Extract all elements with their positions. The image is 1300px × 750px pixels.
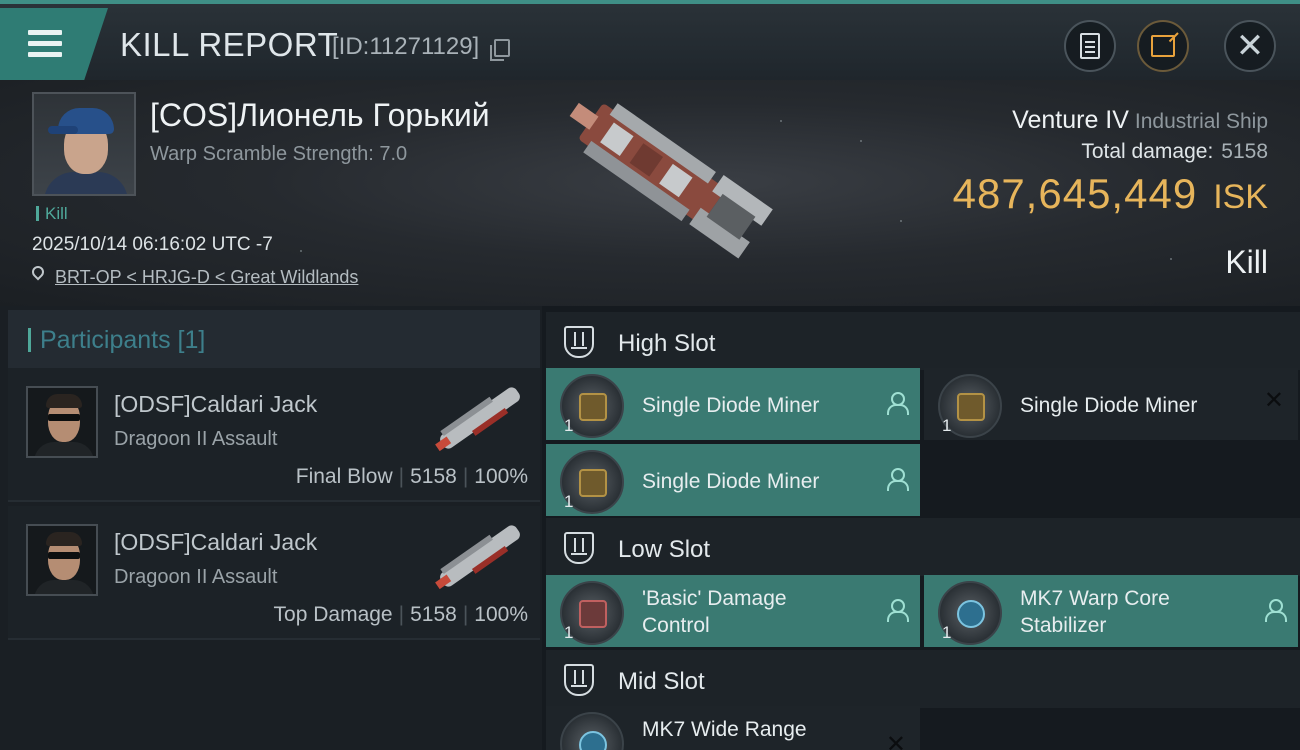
participants-panel: Participants [1] [ODSF]Caldari Jack Drag… xyxy=(0,306,542,750)
participant-percent: 100% xyxy=(474,465,528,488)
close-button[interactable]: ✕ xyxy=(1224,20,1276,72)
isk-value: 487,645,449 xyxy=(952,170,1198,217)
module-name: MK7 Warp Core Stabilizer xyxy=(1020,587,1170,637)
mid-slot-title: Mid Slot xyxy=(618,668,705,695)
isk-loss: 487,645,449 ISK xyxy=(953,170,1268,218)
share-icon xyxy=(1151,35,1175,57)
victim-name[interactable]: [COS]Лионель Горький xyxy=(150,97,490,134)
module-name: Single Diode Miner xyxy=(642,394,820,417)
report-id: [ID:11271129] xyxy=(332,33,480,60)
participant-row[interactable]: [ODSF]Caldari Jack Dragoon II Assault Fi… xyxy=(8,368,540,502)
module-qty: 1 xyxy=(564,416,574,435)
module-high-2[interactable]: 1 Single Diode Miner ✕ xyxy=(924,368,1298,440)
hamburger-menu-button[interactable] xyxy=(0,8,108,80)
clipboard-icon xyxy=(1080,33,1100,59)
user-icon xyxy=(1264,599,1287,622)
module-low-1[interactable]: 1 'Basic' Damage Control xyxy=(546,575,920,647)
warp-scramble-strength: Warp Scramble Strength: 7.0 xyxy=(150,143,408,165)
low-slot-title: Low Slot xyxy=(618,536,711,563)
participant-ship: Dragoon II Assault xyxy=(114,428,278,450)
participant-stats: Top Damage | 5158 | 100% xyxy=(273,603,528,626)
high-slot-header: High Slot xyxy=(546,312,1300,370)
participant-avatar[interactable] xyxy=(26,524,98,596)
module-qty: 1 xyxy=(942,623,952,642)
scanner-icon xyxy=(560,712,624,750)
total-damage: Total damage: 5158 xyxy=(1081,140,1268,164)
location-link[interactable]: BRT-OP < HRJG-D < Great Wildlands xyxy=(55,267,358,288)
participant-ship-image xyxy=(435,525,520,590)
module-qty: 1 xyxy=(942,416,952,435)
participant-avatar[interactable] xyxy=(26,386,98,458)
victim-ship-image xyxy=(569,102,773,259)
low-slot-header: Low Slot xyxy=(546,518,1300,576)
ship-class: Industrial Ship xyxy=(1134,110,1268,133)
participant-damage: 5158 xyxy=(410,465,457,488)
module-qty: 1 xyxy=(564,623,574,642)
x-icon: ✕ xyxy=(885,731,906,750)
kill-tag: Kill xyxy=(36,205,68,222)
participant-stats: Final Blow | 5158 | 100% xyxy=(295,465,528,488)
participant-name[interactable]: [ODSF]Caldari Jack xyxy=(114,391,317,418)
total-damage-label: Total damage: xyxy=(1081,140,1214,163)
participants-header: Participants [1] xyxy=(8,310,540,370)
participant-ship-image xyxy=(435,387,520,452)
top-bar: KILL REPORT [ID:11271129] ✕ xyxy=(0,0,1300,80)
module-low-2[interactable]: 1 MK7 Warp Core Stabilizer xyxy=(924,575,1298,647)
module-high-3[interactable]: 1 Single Diode Miner xyxy=(546,444,920,516)
total-damage-value: 5158 xyxy=(1221,140,1268,163)
copy-icon[interactable] xyxy=(490,39,510,61)
high-slot-title: High Slot xyxy=(618,330,716,357)
participant-name[interactable]: [ODSF]Caldari Jack xyxy=(114,529,317,556)
mid-slot-header: Mid Slot xyxy=(546,650,1300,708)
module-name: Single Diode Miner xyxy=(642,470,820,493)
participant-role: Top Damage xyxy=(273,603,393,626)
module-high-1[interactable]: 1 Single Diode Miner xyxy=(546,368,920,440)
isk-unit: ISK xyxy=(1213,178,1268,216)
close-icon: ✕ xyxy=(1235,27,1265,65)
fitting-panel: High Slot 1 Single Diode Miner 1 Single … xyxy=(542,306,1300,750)
kill-datetime: 2025/10/14 06:16:02 UTC -7 xyxy=(32,234,273,255)
ship-name[interactable]: Venture IV xyxy=(1012,106,1129,134)
user-icon xyxy=(886,468,909,491)
slot-shield-icon xyxy=(564,326,594,358)
slot-shield-icon xyxy=(564,664,594,696)
share-button[interactable] xyxy=(1137,20,1189,72)
victim-ship: Venture IV Industrial Ship xyxy=(1012,106,1268,135)
participant-percent: 100% xyxy=(474,603,528,626)
user-icon xyxy=(886,392,909,415)
participant-role: Final Blow xyxy=(295,465,393,488)
participant-row[interactable]: [ODSF]Caldari Jack Dragoon II Assault To… xyxy=(8,506,540,640)
module-mid-1[interactable]: MK7 Wide Range ✕ xyxy=(546,706,920,750)
participants-title: Participants [1] xyxy=(40,326,206,354)
participant-damage: 5158 xyxy=(410,603,457,626)
victim-portrait[interactable] xyxy=(32,92,136,196)
x-icon: ✕ xyxy=(1263,387,1284,414)
user-icon xyxy=(886,599,909,622)
module-name: Single Diode Miner xyxy=(1020,394,1198,417)
module-qty: 1 xyxy=(564,492,574,511)
module-name: MK7 Wide Range xyxy=(642,718,807,741)
clipboard-button[interactable] xyxy=(1064,20,1116,72)
slot-shield-icon xyxy=(564,532,594,564)
page-title: KILL REPORT xyxy=(120,26,339,63)
kill-result: Kill xyxy=(1225,244,1268,280)
module-name: 'Basic' Damage Control xyxy=(642,587,787,637)
hamburger-menu-icon xyxy=(28,30,62,35)
participant-ship: Dragoon II Assault xyxy=(114,566,278,588)
